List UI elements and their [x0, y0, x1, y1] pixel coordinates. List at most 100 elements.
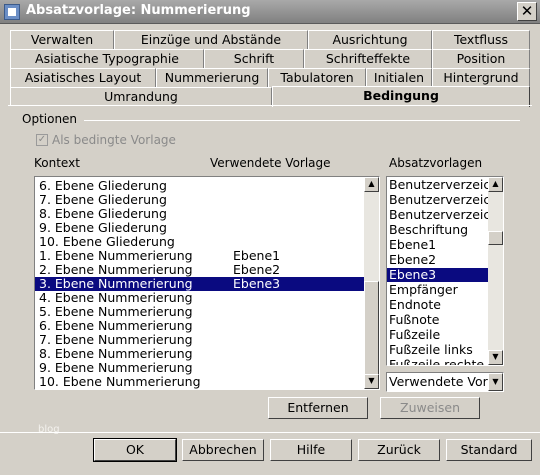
style-list-item[interactable]: Benutzerverzeic — [387, 208, 488, 222]
cancel-button[interactable]: Abbrechen — [182, 439, 264, 461]
scroll-thumb[interactable] — [488, 231, 503, 245]
styles-scrollbar[interactable]: ▲ ▼ — [488, 177, 503, 365]
style-list-item[interactable]: Ebene2 — [387, 253, 488, 267]
conditional-style-checkbox[interactable]: ✓ — [36, 134, 48, 146]
paragraph-styles-listbox[interactable]: Benutzerverzeic Benutzerverzeic Benutzerve… — [386, 176, 504, 366]
back-button[interactable]: Zurück — [358, 439, 440, 461]
context-row[interactable]: 10. Ebene Nummerierung — [35, 375, 365, 389]
context-row[interactable]: 3. Ebene Nummerierung Ebene3 — [35, 277, 365, 291]
tab-einzuege-abstaende[interactable]: Einzüge und Abstände — [114, 30, 308, 49]
arrow-down-icon: ▼ — [368, 376, 375, 385]
tab-verwalten[interactable]: Verwalten — [10, 30, 114, 49]
context-name: 6. Ebene Gliederung — [39, 178, 167, 193]
title-bar[interactable]: Absatzvorlage: Nummerierung ✕ — [0, 0, 540, 24]
context-row[interactable]: 9. Ebene Gliederung — [35, 221, 365, 235]
context-name: 10. Ebene Gliederung — [39, 234, 175, 249]
default-button[interactable]: Standard — [446, 439, 532, 461]
style-list-item[interactable]: Beschriftung — [387, 223, 488, 237]
style-list-item[interactable]: Benutzerverzeic — [387, 178, 488, 192]
scroll-up-button[interactable]: ▲ — [364, 177, 379, 192]
context-row[interactable]: 9. Ebene Nummerierung — [35, 361, 365, 375]
close-button[interactable]: ✕ — [517, 2, 537, 21]
style-filter-dropdown[interactable]: Verwendete Vorlagen ▼ — [386, 372, 504, 392]
style-list-item[interactable]: Fußzeile rechte — [387, 358, 488, 365]
help-button[interactable]: Hilfe — [270, 439, 352, 461]
remove-button[interactable]: Entfernen — [268, 397, 368, 419]
style-list-item[interactable]: Fußnote — [387, 313, 488, 327]
applied-style-name: Ebene2 — [233, 262, 281, 277]
style-list-item[interactable]: Ebene3 — [387, 268, 488, 282]
dialog-window: Absatzvorlage: Nummerierung ✕ Verwalten … — [0, 0, 540, 475]
tab-position[interactable]: Position — [432, 49, 530, 68]
options-group-separator — [84, 120, 520, 121]
check-icon: ✓ — [37, 134, 47, 145]
tab-asiatisches-layout[interactable]: Asiatisches Layout — [10, 68, 156, 87]
context-name: 8. Ebene Gliederung — [39, 206, 167, 221]
tab-pane-border — [8, 105, 532, 106]
scroll-up-button[interactable]: ▲ — [488, 177, 503, 192]
applied-style-header: Verwendete Vorlage — [210, 156, 331, 170]
style-list-item[interactable]: Fußzeile — [387, 328, 488, 342]
context-listbox[interactable]: 6. Ebene Gliederung 7. Ebene Gliederung 8.… — [34, 176, 380, 390]
assign-button[interactable]: Zuweisen — [380, 397, 480, 419]
dropdown-button[interactable]: ▼ — [488, 373, 503, 391]
context-name: 5. Ebene Nummerierung — [39, 304, 193, 319]
arrow-down-icon: ▼ — [492, 352, 499, 361]
style-list-item[interactable]: Empfänger — [387, 283, 488, 297]
context-row[interactable]: 6. Ebene Gliederung — [35, 179, 365, 193]
window-title: Absatzvorlage: Nummerierung — [26, 3, 251, 18]
scroll-thumb[interactable] — [364, 281, 379, 375]
context-name: 6. Ebene Nummerierung — [39, 318, 193, 333]
context-name: 7. Ebene Gliederung — [39, 192, 167, 207]
context-row[interactable]: 8. Ebene Nummerierung — [35, 347, 365, 361]
applied-style-name: Ebene3 — [233, 276, 281, 291]
context-row[interactable]: 5. Ebene Nummerierung — [35, 305, 365, 319]
style-list-item[interactable]: Ebene1 — [387, 238, 488, 252]
scroll-down-button[interactable]: ▼ — [488, 350, 503, 365]
app-icon — [4, 4, 20, 20]
context-row[interactable]: 10. Ebene Gliederung — [35, 235, 365, 249]
context-row[interactable]: 7. Ebene Gliederung — [35, 193, 365, 207]
tab-tabulatoren[interactable]: Tabulatoren — [268, 68, 366, 87]
context-row[interactable]: 8. Ebene Gliederung — [35, 207, 365, 221]
tab-textfluss[interactable]: Textfluss — [432, 30, 530, 49]
scroll-down-button[interactable]: ▼ — [364, 374, 379, 389]
tab-initialen[interactable]: Initialen — [366, 68, 432, 87]
context-name: 2. Ebene Nummerierung — [39, 262, 193, 277]
style-list-item[interactable]: Benutzerverzeic — [387, 193, 488, 207]
style-filter-value: Verwendete Vorlagen — [389, 374, 503, 389]
watermark-text: blog — [38, 424, 60, 435]
context-name: 7. Ebene Nummerierung — [39, 332, 193, 347]
context-name: 1. Ebene Nummerierung — [39, 248, 193, 263]
style-list-item[interactable]: Fußzeile links — [387, 343, 488, 357]
tab-nummerierung[interactable]: Nummerierung — [156, 68, 268, 87]
context-row[interactable]: 1. Ebene Nummerierung Ebene1 — [35, 249, 365, 263]
style-list-item[interactable]: Endnote — [387, 298, 488, 312]
context-header: Kontext — [34, 156, 80, 170]
tab-ausrichtung[interactable]: Ausrichtung — [308, 30, 432, 49]
tab-asiatische-typographie[interactable]: Asiatische Typographie — [10, 49, 204, 68]
context-row[interactable]: 2. Ebene Nummerierung Ebene2 — [35, 263, 365, 277]
options-group-title: Optionen — [22, 112, 78, 126]
context-row[interactable]: 6. Ebene Nummerierung — [35, 319, 365, 333]
context-name: 10. Ebene Nummerierung — [39, 374, 201, 389]
context-row[interactable]: 4. Ebene Nummerierung — [35, 291, 365, 305]
tab-hintergrund[interactable]: Hintergrund — [432, 68, 530, 87]
chevron-down-icon: ▼ — [492, 377, 499, 386]
paragraph-styles-header: Absatzvorlagen — [389, 156, 483, 170]
context-row[interactable]: 7. Ebene Nummerierung — [35, 333, 365, 347]
applied-style-name: Ebene1 — [233, 248, 281, 263]
arrow-up-icon: ▲ — [492, 179, 499, 188]
ok-button[interactable]: OK — [93, 438, 177, 462]
context-name: 8. Ebene Nummerierung — [39, 346, 193, 361]
context-scrollbar[interactable]: ▲ ▼ — [364, 177, 379, 389]
tab-schrifteffekte[interactable]: Schrifteffekte — [304, 49, 432, 68]
context-name: 9. Ebene Nummerierung — [39, 360, 193, 375]
tab-schrift[interactable]: Schrift — [204, 49, 304, 68]
context-name: 9. Ebene Gliederung — [39, 220, 167, 235]
context-name: 4. Ebene Nummerierung — [39, 290, 193, 305]
tab-umrandung[interactable]: Umrandung — [10, 87, 272, 106]
context-name: 3. Ebene Nummerierung — [39, 276, 193, 291]
conditional-style-option[interactable]: ✓ Als bedingte Vorlage — [36, 133, 176, 147]
tab-bedingung[interactable]: Bedingung — [272, 86, 530, 107]
